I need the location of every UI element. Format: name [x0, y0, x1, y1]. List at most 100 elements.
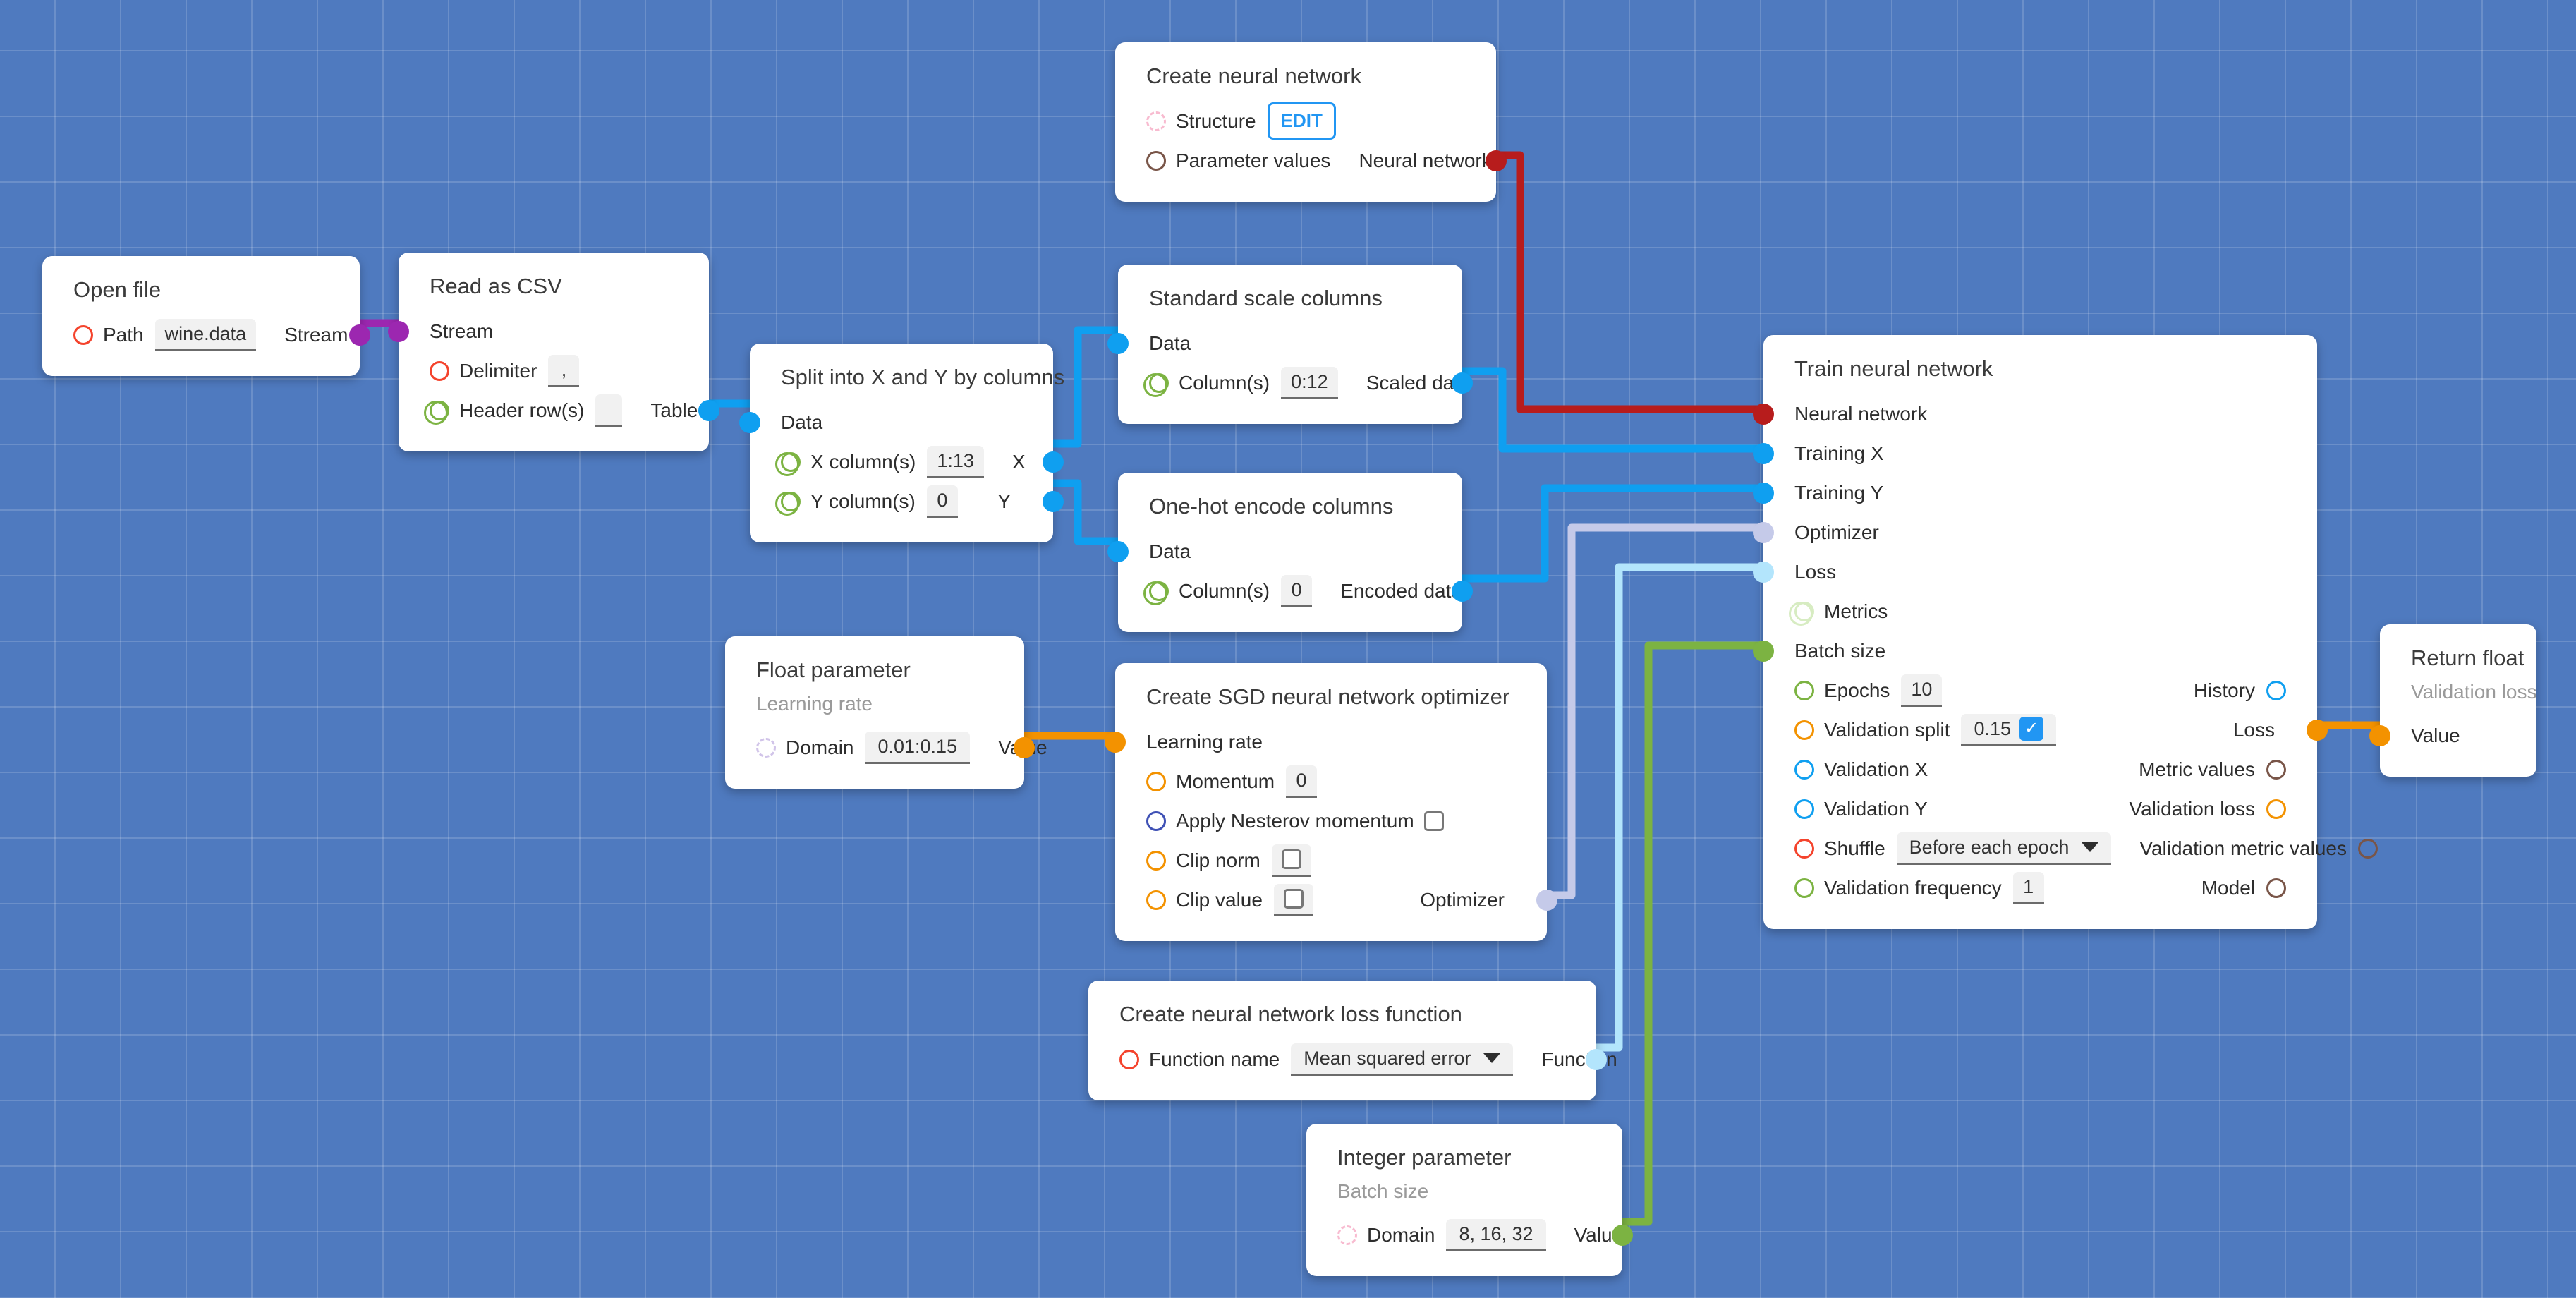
output-port-value[interactable] [1014, 736, 1035, 758]
port-row-columns[interactable]: Column(s) 0 Encoded data [1118, 571, 1473, 611]
output-port-validation-metric-values[interactable] [2357, 838, 2378, 859]
port-row-validation-frequency[interactable]: Validation frequency 1 Model [1763, 868, 2317, 908]
node-float-parameter[interactable]: Float parameter Learning rate Domain 0.0… [725, 636, 1047, 789]
port-marker-delimiter[interactable] [430, 360, 449, 381]
port-row-columns[interactable]: Column(s) 0:12 Scaled data [1118, 363, 1473, 403]
output-port-table[interactable] [698, 399, 719, 421]
y-columns-input[interactable]: 0 [926, 485, 958, 518]
input-port-learning-rate[interactable] [1105, 731, 1126, 753]
domain-input[interactable]: 0.01:0.15 [865, 731, 971, 764]
input-port-training-y[interactable] [1753, 482, 1774, 504]
delimiter-input[interactable]: , [548, 354, 580, 387]
port-row-epochs[interactable]: Epochs 10 History [1763, 671, 2317, 710]
output-port-x[interactable] [1043, 451, 1064, 473]
port-row-x-columns[interactable]: X column(s) 1:13 X [750, 442, 1064, 482]
port-marker-x-columns[interactable] [775, 451, 801, 476]
port-row-batch-size[interactable]: Batch size [1753, 631, 2317, 671]
port-marker-clip-norm[interactable] [1146, 850, 1166, 871]
output-port-history[interactable] [2266, 680, 2286, 700]
clip-norm-field[interactable] [1271, 844, 1311, 877]
port-row-neural-network[interactable]: Neural network [1753, 394, 2317, 434]
momentum-input[interactable]: 0 [1286, 765, 1318, 798]
output-port-neural-network[interactable] [1486, 150, 1507, 171]
port-marker-y-columns[interactable] [775, 491, 801, 516]
domain-input[interactable]: 8, 16, 32 [1446, 1218, 1546, 1251]
header-rows-input[interactable] [595, 394, 623, 427]
output-port-scaled-data[interactable] [1452, 372, 1473, 394]
port-row-metrics[interactable]: Metrics [1763, 592, 2317, 631]
port-row-optimizer[interactable]: Optimizer [1753, 513, 2317, 552]
epochs-input[interactable]: 10 [1901, 674, 1943, 707]
output-port-y[interactable] [1043, 490, 1064, 512]
output-port-metric-values[interactable] [2266, 759, 2286, 780]
port-row-value[interactable]: Value [2369, 716, 2536, 756]
port-row-header-rows[interactable]: Header row(s) Table [399, 391, 719, 430]
port-marker-validation-y[interactable] [1794, 799, 1814, 819]
function-name-select[interactable]: Mean squared error [1291, 1043, 1514, 1076]
validation-frequency-input[interactable]: 1 [2012, 871, 2044, 904]
output-port-value[interactable] [1612, 1224, 1633, 1246]
output-port-stream[interactable] [349, 324, 370, 346]
port-marker-structure[interactable] [1146, 111, 1166, 131]
port-marker-domain[interactable] [756, 737, 776, 758]
graph-canvas[interactable]: Create neural network Structure EDIT Par… [0, 0, 2576, 1298]
clip-value-field[interactable] [1273, 883, 1313, 916]
node-one-hot-encode-columns[interactable]: One-hot encode columns Data Column(s) 0 … [1107, 473, 1473, 632]
columns-input[interactable]: 0 [1281, 574, 1313, 607]
port-row-nesterov[interactable]: Apply Nesterov momentum [1115, 801, 1547, 841]
node-standard-scale-columns[interactable]: Standard scale columns Data Column(s) 0:… [1107, 265, 1473, 424]
port-marker-path[interactable] [73, 324, 93, 345]
x-columns-input[interactable]: 1:13 [927, 445, 984, 478]
port-row-training-y[interactable]: Training Y [1753, 473, 2317, 513]
port-row-y-columns[interactable]: Y column(s) 0 Y [750, 482, 1064, 521]
input-port-training-x[interactable] [1753, 442, 1774, 464]
port-row-domain[interactable]: Domain 8, 16, 32 Value [1306, 1215, 1633, 1255]
node-open-file[interactable]: Open file Path wine.data Stream [42, 256, 370, 376]
port-row-domain[interactable]: Domain 0.01:0.15 Value [725, 728, 1047, 768]
nesterov-checkbox[interactable] [1423, 811, 1444, 831]
input-port-stream[interactable] [388, 320, 409, 342]
port-row-loss[interactable]: Loss [1753, 552, 2317, 592]
path-input[interactable]: wine.data [154, 318, 257, 351]
validation-split-checkbox-checked[interactable]: ✓ [2019, 717, 2044, 741]
clip-value-checkbox[interactable] [1283, 889, 1304, 909]
port-row-shuffle[interactable]: Shuffle Before each epoch Validation met… [1763, 829, 2378, 868]
node-create-sgd-optimizer[interactable]: Create SGD neural network optimizer Lear… [1105, 663, 1557, 941]
node-create-loss-function[interactable]: Create neural network loss function Func… [1088, 981, 1617, 1100]
node-split-x-y[interactable]: Split into X and Y by columns Data X col… [739, 344, 1064, 542]
port-row-stream[interactable]: Stream [388, 312, 709, 351]
output-port-loss[interactable] [2307, 719, 2328, 741]
port-marker-nesterov[interactable] [1146, 811, 1166, 831]
shuffle-select[interactable]: Before each epoch [1896, 832, 2112, 865]
port-marker-momentum[interactable] [1146, 771, 1166, 791]
port-row-data[interactable]: Data [1107, 324, 1462, 363]
input-port-data[interactable] [1107, 332, 1129, 354]
port-marker-header-rows[interactable] [424, 400, 449, 425]
input-port-optimizer[interactable] [1753, 521, 1774, 543]
port-row-clip-norm[interactable]: Clip norm [1115, 841, 1547, 880]
port-marker-metrics[interactable] [1789, 601, 1814, 626]
node-read-as-csv[interactable]: Read as CSV Stream Delimiter , Header ro… [388, 253, 719, 451]
output-port-encoded-data[interactable] [1452, 580, 1473, 602]
input-port-loss[interactable] [1753, 561, 1774, 583]
chevron-down-icon[interactable] [2082, 842, 2099, 853]
port-row-clip-value[interactable]: Clip value Optimizer [1115, 880, 1557, 920]
node-train-neural-network[interactable]: Train neural network Neural network Trai… [1753, 335, 2378, 929]
clip-norm-checkbox[interactable] [1281, 849, 1301, 870]
input-port-value[interactable] [2369, 724, 2390, 746]
port-row-data[interactable]: Data [739, 403, 1053, 442]
output-port-optimizer[interactable] [1536, 889, 1557, 911]
port-row-training-x[interactable]: Training X [1753, 434, 2317, 473]
port-row-validation-x[interactable]: Validation X Metric values [1763, 750, 2317, 789]
port-marker-shuffle[interactable] [1794, 838, 1814, 859]
port-row-path[interactable]: Path wine.data Stream [42, 315, 370, 355]
port-row-data[interactable]: Data [1107, 532, 1462, 571]
validation-split-field[interactable]: 0.15 ✓ [1961, 713, 2057, 746]
port-row-delimiter[interactable]: Delimiter , [399, 351, 709, 391]
port-marker-columns[interactable] [1143, 372, 1169, 397]
node-return-float[interactable]: Return float Validation loss Value [2369, 624, 2536, 777]
port-marker-validation-frequency[interactable] [1794, 878, 1814, 898]
input-port-data[interactable] [1107, 540, 1129, 562]
output-port-model[interactable] [2266, 878, 2286, 898]
columns-input[interactable]: 0:12 [1281, 366, 1338, 399]
